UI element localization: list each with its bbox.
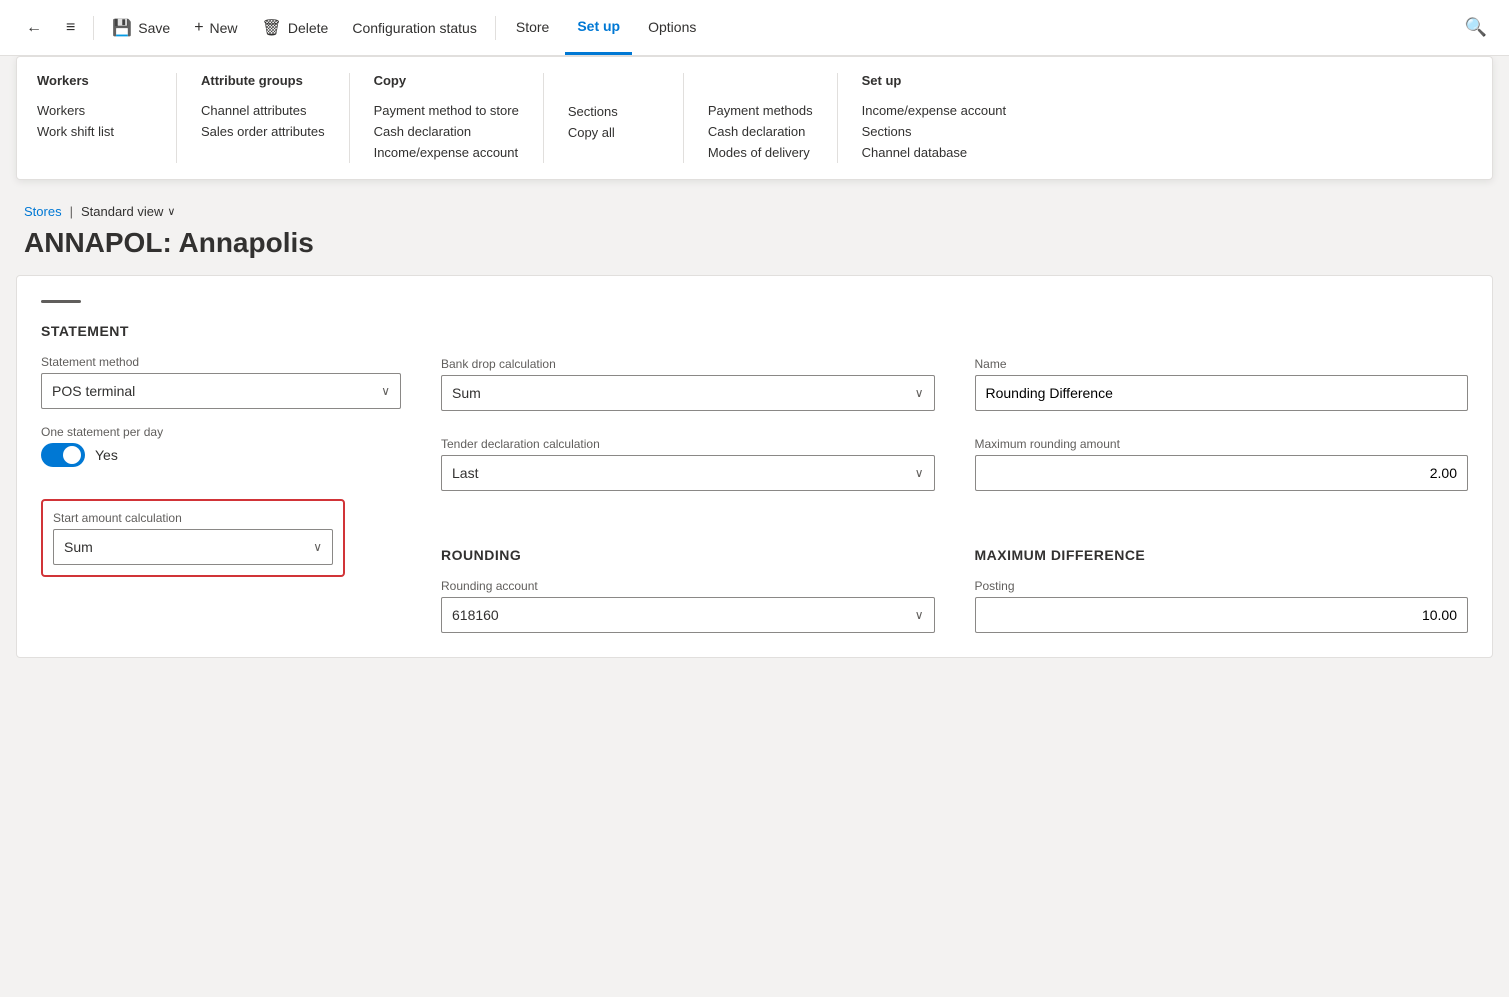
- menu-item-cash-declaration-setup[interactable]: Cash declaration: [708, 121, 813, 142]
- breadcrumb-separator: |: [70, 204, 73, 219]
- back-icon: ←: [26, 19, 42, 37]
- menu-item-channel-database[interactable]: Channel database: [862, 142, 1007, 163]
- rounding-account-label: Rounding account: [441, 579, 935, 593]
- copy-section-title: Copy: [374, 73, 519, 88]
- menu-section-workers: Workers Workers Work shift list: [37, 73, 177, 163]
- page-title: ANNAPOL: Annapolis: [0, 223, 1509, 275]
- search-icon[interactable]: 🔍: [1459, 11, 1493, 44]
- chevron-down-icon: ∨: [381, 384, 390, 398]
- setup-right-title: Set up: [862, 73, 1007, 88]
- max-diff-group: MAXIMUM DIFFERENCE Posting: [975, 547, 1469, 633]
- menu-item-cash-declaration-copy[interactable]: Cash declaration: [374, 121, 519, 142]
- delete-label: Delete: [288, 20, 328, 36]
- statement-method-label: Statement method: [41, 355, 401, 369]
- attribute-groups-title: Attribute groups: [201, 73, 325, 88]
- max-rounding-input[interactable]: [975, 455, 1469, 491]
- statement-method-group: Statement method POS terminal ∨: [41, 355, 401, 409]
- save-icon: 💾: [112, 18, 132, 38]
- new-button[interactable]: + New: [184, 13, 247, 43]
- menu-item-income-expense-account[interactable]: Income/expense account: [862, 100, 1007, 121]
- menu-section-copy: Copy Payment method to store Cash declar…: [350, 73, 544, 163]
- toolbar: ← ≡ 💾 Save + New 🗑 Delete Configuration …: [0, 0, 1509, 56]
- middle-column: Bank drop calculation Sum ∨ Tender decla…: [441, 323, 935, 633]
- name-label: Name: [975, 357, 1469, 371]
- menu-panel: Workers Workers Work shift list Attribut…: [16, 56, 1493, 180]
- max-diff-section-title: MAXIMUM DIFFERENCE: [975, 547, 1469, 563]
- rounding-group: ROUNDING Rounding account 618160 ∨: [441, 547, 935, 633]
- form-grid: STATEMENT Statement method POS terminal …: [41, 323, 1468, 633]
- tender-decl-label: Tender declaration calculation: [441, 437, 935, 451]
- menu-item-work-shift-list[interactable]: Work shift list: [37, 121, 152, 142]
- bank-drop-select[interactable]: Sum ∨: [441, 375, 935, 411]
- separator2: [495, 16, 496, 40]
- menu-item-sales-order-attributes[interactable]: Sales order attributes: [201, 121, 325, 142]
- statement-method-select[interactable]: POS terminal ∨: [41, 373, 401, 409]
- toggle-row: Yes: [41, 443, 401, 467]
- menu-item-payment-method-to-store[interactable]: Payment method to store: [374, 100, 519, 121]
- start-amount-label: Start amount calculation: [53, 511, 333, 525]
- workers-section-title: Workers: [37, 73, 152, 88]
- posting-input[interactable]: [975, 597, 1469, 633]
- one-statement-label: One statement per day: [41, 425, 401, 439]
- options-tab[interactable]: Options: [636, 0, 708, 55]
- delete-button[interactable]: 🗑 Delete: [252, 12, 339, 44]
- rounding-account-select[interactable]: 618160 ∨: [441, 597, 935, 633]
- setup-tab[interactable]: Set up: [565, 0, 632, 55]
- config-status-label: Configuration status: [352, 20, 477, 36]
- menu-section-attribute-groups: Attribute groups Channel attributes Sale…: [177, 73, 350, 163]
- bank-drop-group: Bank drop calculation Sum ∨: [441, 357, 935, 411]
- save-label: Save: [138, 20, 170, 36]
- menu-item-modes-of-delivery[interactable]: Modes of delivery: [708, 142, 813, 163]
- start-amount-highlight-box: Start amount calculation Sum ∨: [41, 499, 345, 577]
- rounding-section-title: ROUNDING: [441, 547, 935, 563]
- new-label: New: [210, 20, 238, 36]
- menu-section-setup-left: · Payment methods Cash declaration Modes…: [684, 73, 838, 163]
- bank-drop-label: Bank drop calculation: [441, 357, 935, 371]
- menu-item-payment-methods[interactable]: Payment methods: [708, 100, 813, 121]
- tender-decl-group: Tender declaration calculation Last ∨: [441, 437, 935, 491]
- new-icon: +: [194, 19, 203, 37]
- menu-section-copy-extra: Sections Copy all: [544, 73, 684, 163]
- one-statement-toggle[interactable]: [41, 443, 85, 467]
- bank-drop-chevron-icon: ∨: [915, 386, 924, 400]
- menu-item-income-expense-account-copy[interactable]: Income/expense account: [374, 142, 519, 163]
- delete-icon: 🗑: [262, 18, 282, 38]
- standard-view-dropdown[interactable]: Standard view ∨: [81, 204, 175, 219]
- store-tab[interactable]: Store: [504, 0, 561, 55]
- breadcrumb-area: Stores | Standard view ∨: [0, 192, 1509, 223]
- tender-decl-select[interactable]: Last ∨: [441, 455, 935, 491]
- tab-indicator: [41, 300, 81, 303]
- start-amount-chevron-icon: ∨: [313, 540, 322, 554]
- save-button[interactable]: 💾 Save: [102, 12, 180, 44]
- rounding-account-chevron-icon: ∨: [915, 608, 924, 622]
- toggle-yes-label: Yes: [95, 447, 118, 463]
- menu-section-setup-right: Set up Income/expense account Sections C…: [838, 73, 1031, 163]
- menu-item-sections-copy[interactable]: Sections: [568, 101, 659, 122]
- start-amount-group: Start amount calculation Sum ∨: [41, 499, 401, 577]
- max-rounding-label: Maximum rounding amount: [975, 437, 1469, 451]
- menu-button[interactable]: ≡: [56, 13, 85, 43]
- menu-item-copy-all[interactable]: Copy all: [568, 122, 659, 143]
- right-column: Name Maximum rounding amount MAXIMUM DIF…: [975, 323, 1469, 633]
- start-amount-select[interactable]: Sum ∨: [53, 529, 333, 565]
- menu-item-workers[interactable]: Workers: [37, 100, 152, 121]
- menu-icon: ≡: [66, 19, 75, 37]
- statement-section-title: STATEMENT: [41, 323, 401, 339]
- separator: [93, 16, 94, 40]
- content-card: STATEMENT Statement method POS terminal …: [16, 275, 1493, 658]
- breadcrumb-stores-link[interactable]: Stores: [24, 204, 62, 219]
- name-input[interactable]: [975, 375, 1469, 411]
- menu-item-channel-attributes[interactable]: Channel attributes: [201, 100, 325, 121]
- one-statement-group: One statement per day Yes: [41, 425, 401, 483]
- max-rounding-group: Maximum rounding amount: [975, 437, 1469, 491]
- menu-item-sections[interactable]: Sections: [862, 121, 1007, 142]
- back-button[interactable]: ←: [16, 13, 52, 43]
- name-group: Name: [975, 357, 1469, 411]
- statement-column: STATEMENT Statement method POS terminal …: [41, 323, 401, 633]
- posting-label: Posting: [975, 579, 1469, 593]
- tender-decl-chevron-icon: ∨: [915, 466, 924, 480]
- config-status-button[interactable]: Configuration status: [342, 14, 487, 42]
